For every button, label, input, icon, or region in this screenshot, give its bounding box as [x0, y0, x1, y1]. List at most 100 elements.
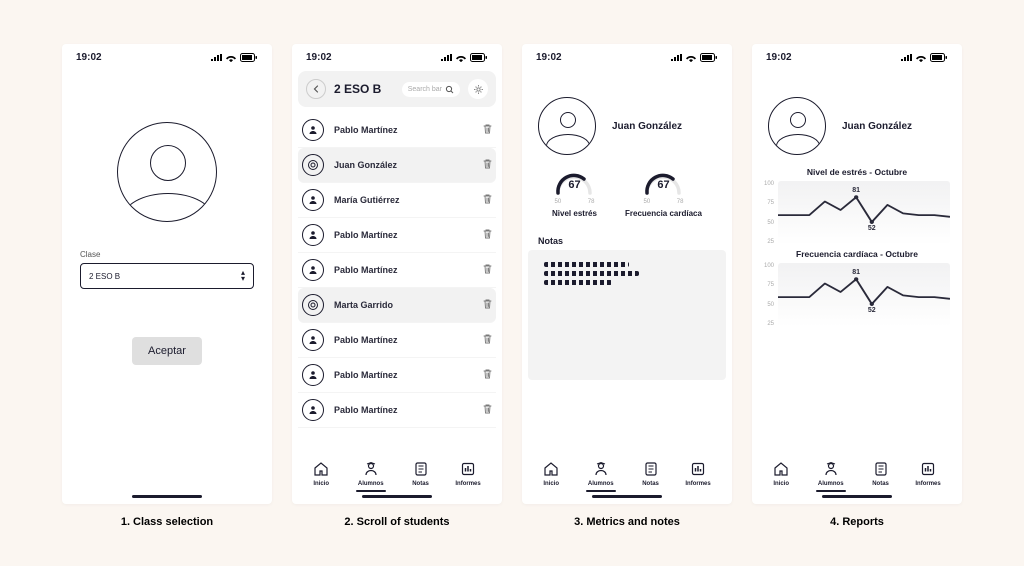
bottom-nav: Inicio Alumnos Notas Informes — [292, 461, 502, 492]
student-row[interactable]: Juan González — [298, 148, 496, 183]
nav-icon — [460, 461, 476, 480]
nav-notas[interactable]: Notas — [642, 461, 659, 492]
delete-button[interactable] — [483, 264, 492, 276]
nav-icon — [773, 461, 789, 480]
status-time: 19:02 — [536, 52, 562, 63]
caption: 1. Class selection — [121, 516, 213, 528]
student-row[interactable]: Pablo Martínez — [298, 393, 496, 428]
gauge-min: 50 — [554, 199, 561, 205]
search-input[interactable]: Search bar — [402, 82, 460, 97]
delete-button[interactable] — [483, 124, 492, 136]
student-row[interactable]: Pablo Martínez — [298, 113, 496, 148]
nav-icon — [823, 461, 839, 480]
chart-low-label: 52 — [868, 225, 876, 232]
caption: 3. Metrics and notes — [574, 516, 680, 528]
y-axis: 100755025 — [764, 263, 774, 327]
note-line — [544, 271, 639, 276]
student-row[interactable]: María Gutiérrez — [298, 183, 496, 218]
nav-alumnos[interactable]: Alumnos — [586, 461, 616, 492]
gauge-label: Frecuencia cardíaca — [625, 209, 702, 218]
student-avatar-icon — [302, 224, 324, 246]
gauge-max: 78 — [677, 199, 684, 205]
student-name: María Gutiérrez — [334, 195, 473, 205]
nav-informes[interactable]: Informes — [455, 461, 480, 492]
gauge-value: 67 — [554, 179, 594, 191]
student-list[interactable]: Pablo Martínez Juan González María Gutiérr… — [292, 111, 502, 428]
student-avatar-icon — [302, 399, 324, 421]
notes-box[interactable] — [528, 250, 726, 380]
student-name: Juan González — [612, 121, 682, 132]
status-bar: 19:02 — [752, 44, 962, 67]
student-avatar — [538, 97, 596, 155]
student-row[interactable]: Marta Garrido — [298, 288, 496, 323]
nav-inicio[interactable]: Inicio — [773, 461, 789, 492]
student-row[interactable]: Pablo Martínez — [298, 323, 496, 358]
status-time: 19:02 — [306, 52, 332, 63]
accept-button[interactable]: Aceptar — [132, 337, 202, 365]
charts-container: Nivel de estrés - Octubre1007550258152Fr… — [752, 163, 962, 327]
status-icons — [440, 53, 488, 62]
nav-label: Notas — [872, 481, 889, 487]
nav-label: Informes — [915, 481, 940, 487]
student-avatar-icon — [302, 154, 324, 176]
nav-icon — [313, 461, 329, 480]
delete-button[interactable] — [483, 194, 492, 206]
phone-metrics: 19:02 Juan González 675078Nivel estrés67… — [522, 44, 732, 504]
nav-informes[interactable]: Informes — [685, 461, 710, 492]
nav-alumnos[interactable]: Alumnos — [356, 461, 386, 492]
nav-informes[interactable]: Informes — [915, 461, 940, 492]
settings-button[interactable] — [468, 79, 488, 99]
bottom-nav: Inicio Alumnos Notas Informes — [752, 461, 962, 492]
delete-button[interactable] — [483, 229, 492, 241]
student-name: Juan González — [842, 121, 912, 132]
chart-title: Frecuencia cardíaca - Octubre — [764, 249, 950, 259]
gauge-arc: 67 — [643, 171, 683, 197]
nav-alumnos[interactable]: Alumnos — [816, 461, 846, 492]
nav-inicio[interactable]: Inicio — [313, 461, 329, 492]
nav-underline — [816, 490, 846, 492]
delete-button[interactable] — [483, 299, 492, 311]
notes-heading: Notas — [522, 228, 732, 250]
bottom-nav: Inicio Alumnos Notas Informes — [522, 461, 732, 492]
status-bar: 19:02 — [292, 44, 502, 67]
student-name: Pablo Martínez — [334, 405, 473, 415]
nav-icon — [543, 461, 559, 480]
status-bar: 19:02 — [62, 44, 272, 67]
student-row[interactable]: Pablo Martínez — [298, 358, 496, 393]
delete-button[interactable] — [483, 159, 492, 171]
chart-high-label: 81 — [852, 187, 860, 194]
nav-label: Inicio — [313, 481, 329, 487]
user-icon — [307, 369, 319, 381]
nav-icon — [413, 461, 429, 480]
nav-notas[interactable]: Notas — [412, 461, 429, 492]
student-avatar-icon — [302, 259, 324, 281]
student-row[interactable]: Pablo Martínez — [298, 253, 496, 288]
student-name: Pablo Martínez — [334, 265, 473, 275]
header-title: 2 ESO B — [334, 82, 394, 96]
nav-underline — [356, 490, 386, 492]
search-placeholder: Search bar — [408, 86, 442, 93]
nav-inicio[interactable]: Inicio — [543, 461, 559, 492]
delete-button[interactable] — [483, 404, 492, 416]
nav-label: Informes — [455, 481, 480, 487]
note-line — [544, 280, 612, 285]
student-row[interactable]: Pablo Martínez — [298, 218, 496, 253]
nav-label: Alumnos — [588, 481, 614, 487]
delete-button[interactable] — [483, 369, 492, 381]
nav-label: Alumnos — [358, 481, 384, 487]
home-indicator — [132, 495, 202, 498]
student-name: Pablo Martínez — [334, 125, 473, 135]
home-indicator — [362, 495, 432, 498]
class-select[interactable]: 2 ESO B ▴▾ — [80, 263, 254, 289]
back-button[interactable] — [306, 79, 326, 99]
delete-button[interactable] — [483, 334, 492, 346]
nav-label: Notas — [412, 481, 429, 487]
chart-block: Frecuencia cardíaca - Octubre10075502581… — [752, 245, 962, 327]
gauge-max: 78 — [588, 199, 595, 205]
nav-underline — [586, 490, 616, 492]
target-icon — [307, 299, 319, 311]
class-select-value: 2 ESO B — [89, 272, 120, 281]
gauge: 675078Frecuencia cardíaca — [625, 171, 702, 218]
target-icon — [307, 159, 319, 171]
nav-notas[interactable]: Notas — [872, 461, 889, 492]
